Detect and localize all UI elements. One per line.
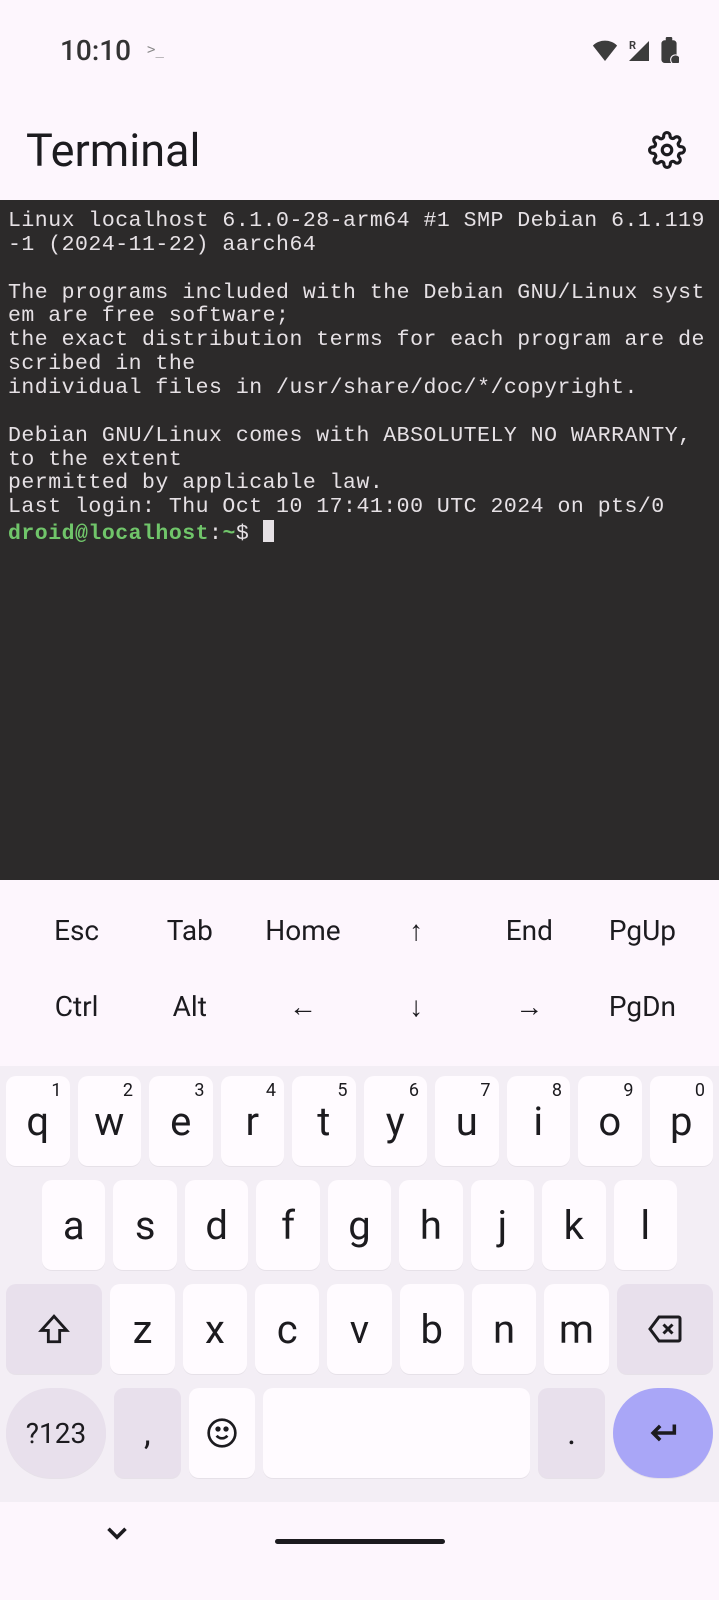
prompt-user: droid: [8, 522, 75, 546]
key-i[interactable]: i8: [507, 1076, 571, 1166]
enter-icon: [646, 1416, 680, 1450]
key-e[interactable]: e3: [149, 1076, 213, 1166]
key-j[interactable]: j: [471, 1180, 534, 1270]
status-icons: R: [591, 37, 679, 63]
key-d[interactable]: d: [185, 1180, 248, 1270]
extra-key-home[interactable]: Home: [246, 914, 359, 947]
backspace-key[interactable]: [617, 1284, 713, 1374]
extra-key-ctrl[interactable]: Ctrl: [20, 990, 133, 1023]
extra-key-alt[interactable]: Alt: [133, 990, 246, 1023]
key-v[interactable]: v: [327, 1284, 391, 1374]
gesture-handle[interactable]: [275, 1539, 445, 1544]
signal-icon: R: [627, 39, 651, 61]
extra-key-pgup[interactable]: PgUp: [586, 914, 699, 947]
key-n[interactable]: n: [472, 1284, 536, 1374]
key-b[interactable]: b: [400, 1284, 464, 1374]
page-title: Terminal: [26, 124, 200, 177]
app-header: Terminal: [0, 100, 719, 200]
shift-icon: [37, 1312, 71, 1346]
key-m[interactable]: m: [544, 1284, 608, 1374]
key-k[interactable]: k: [542, 1180, 605, 1270]
gear-icon: [648, 131, 686, 169]
key-z[interactable]: z: [110, 1284, 174, 1374]
svg-text:R: R: [629, 39, 636, 52]
extra-key-esc[interactable]: Esc: [20, 914, 133, 947]
extra-keys-bar: EscTabHome↑EndPgUp CtrlAlt←↓→PgDn: [0, 880, 719, 1066]
emoji-icon: [206, 1417, 238, 1449]
key-p[interactable]: p0: [650, 1076, 714, 1166]
wifi-icon: [591, 39, 619, 61]
prompt-sigil: $: [236, 522, 249, 546]
comma-key[interactable]: ,: [114, 1388, 181, 1478]
key-u[interactable]: u7: [435, 1076, 499, 1166]
cursor-icon: [263, 520, 274, 542]
key-f[interactable]: f: [256, 1180, 319, 1270]
key-l[interactable]: l: [614, 1180, 677, 1270]
key-s[interactable]: s: [113, 1180, 176, 1270]
enter-key[interactable]: [613, 1388, 713, 1478]
numbers-key[interactable]: ?123: [6, 1388, 106, 1478]
backspace-icon: [647, 1311, 683, 1347]
status-bar: 10:10 >_ R: [0, 0, 719, 100]
keyboard-collapse-icon[interactable]: [100, 1516, 134, 1550]
keyboard: q1w2e3r4t5y6u7i8o9p0 asdfghjkl zxcvbnm ?…: [0, 1066, 719, 1502]
emoji-key[interactable]: [189, 1388, 256, 1478]
navigation-bar: [0, 1502, 719, 1562]
prompt-path: ~: [222, 522, 235, 546]
extra-key-[interactable]: ↑: [360, 914, 473, 947]
extra-key-end[interactable]: End: [473, 914, 586, 947]
period-key[interactable]: .: [538, 1388, 605, 1478]
key-x[interactable]: x: [183, 1284, 247, 1374]
shift-key[interactable]: [6, 1284, 102, 1374]
extra-key-[interactable]: →: [473, 990, 586, 1023]
key-o[interactable]: o9: [578, 1076, 642, 1166]
key-y[interactable]: y6: [364, 1076, 428, 1166]
key-a[interactable]: a: [42, 1180, 105, 1270]
key-r[interactable]: r4: [221, 1076, 285, 1166]
motd-text: Linux localhost 6.1.0-28-arm64 #1 SMP De…: [8, 209, 705, 519]
terminal-output[interactable]: Linux localhost 6.1.0-28-arm64 #1 SMP De…: [0, 200, 719, 880]
extra-key-[interactable]: ←: [246, 990, 359, 1023]
key-w[interactable]: w2: [78, 1076, 142, 1166]
battery-icon: [659, 37, 679, 63]
key-h[interactable]: h: [399, 1180, 462, 1270]
space-key[interactable]: [263, 1388, 530, 1478]
prompt-host: localhost: [88, 522, 209, 546]
extra-key-tab[interactable]: Tab: [133, 914, 246, 947]
terminal-notification-icon: >_: [147, 42, 164, 58]
extra-key-[interactable]: ↓: [360, 990, 473, 1023]
key-g[interactable]: g: [328, 1180, 391, 1270]
key-q[interactable]: q1: [6, 1076, 70, 1166]
clock: 10:10: [60, 34, 131, 67]
key-c[interactable]: c: [255, 1284, 319, 1374]
key-t[interactable]: t5: [292, 1076, 356, 1166]
settings-button[interactable]: [645, 128, 689, 172]
extra-key-pgdn[interactable]: PgDn: [586, 990, 699, 1023]
